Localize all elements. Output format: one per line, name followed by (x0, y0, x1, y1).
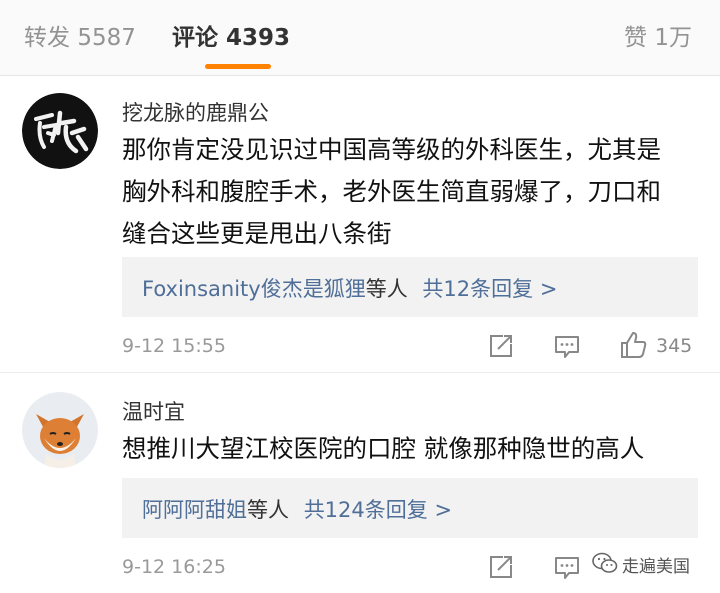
watermark-text: 走遍美国 (622, 557, 690, 577)
tab-repost-count: 5587 (77, 25, 136, 51)
reply-summary: 阿阿阿甜姐等人 共124条回复 > (142, 494, 452, 524)
calligraphy-avatar-icon (22, 93, 98, 169)
tab-comment-count: 4393 (226, 25, 291, 51)
tab-like[interactable]: 赞 1万 (624, 18, 692, 52)
comment-text-line: 胸外科和腹腔手术，老外医生简直弱爆了，刀口和 (122, 177, 661, 206)
comment-icon[interactable] (552, 331, 582, 361)
comment-text-line: 那你肯定没见识过中国高等级的外科医生，尤其是 (122, 135, 661, 164)
avatar[interactable] (22, 392, 98, 468)
comment-icon[interactable] (552, 552, 582, 582)
repost-icon[interactable] (486, 552, 516, 582)
tab-comment[interactable]: 评论 4393 (172, 18, 290, 52)
comment-text-line: 想推川大望江校医院的口腔 就像那种隐世的高人 (122, 434, 645, 463)
reply-user-link[interactable]: 阿阿阿甜姐 (142, 498, 247, 522)
reply-user-link[interactable]: Foxinsanity俊杰是狐狸 (142, 277, 366, 301)
reply-suffix: 等人 (365, 277, 408, 301)
wechat-icon (592, 552, 618, 573)
repost-icon[interactable] (486, 331, 516, 361)
reply-summary-box[interactable]: 阿阿阿甜姐等人 共124条回复 > (122, 478, 698, 538)
tab-repost-label: 转发 (24, 25, 70, 51)
comment-time: 9-12 16:25 (122, 556, 226, 578)
tab-repost[interactable]: 转发 5587 (24, 18, 136, 52)
active-tab-indicator (205, 64, 271, 69)
comment-time: 9-12 15:55 (122, 335, 226, 357)
reply-summary: Foxinsanity俊杰是狐狸等人 共12条回复 > (142, 273, 557, 303)
comment-username[interactable]: 挖龙脉的鹿鼎公 (122, 97, 269, 127)
reply-count-link[interactable]: 共12条回复 > (422, 277, 557, 301)
fox-avatar-icon (22, 392, 98, 468)
tab-bar: 转发 5587 评论 4393 赞 1万 (0, 0, 720, 76)
tab-like-label: 赞 (624, 25, 647, 51)
comment-username[interactable]: 温时宜 (122, 396, 185, 426)
comment-text-line: 缝合这些更是甩出八条街 (122, 219, 392, 248)
tab-like-count: 1万 (654, 25, 692, 51)
avatar[interactable] (22, 93, 98, 169)
comment-item: 挖龙脉的鹿鼎公 那你肯定没见识过中国高等级的外科医生，尤其是 胸外科和腹腔手术，… (0, 77, 720, 373)
reply-count-link[interactable]: 共124条回复 > (304, 498, 452, 522)
thumbs-up-icon[interactable] (618, 330, 648, 360)
like-count: 345 (656, 335, 693, 357)
reply-summary-box[interactable]: Foxinsanity俊杰是狐狸等人 共12条回复 > (122, 257, 698, 317)
tab-comment-label: 评论 (172, 25, 218, 51)
reply-suffix: 等人 (247, 498, 289, 522)
